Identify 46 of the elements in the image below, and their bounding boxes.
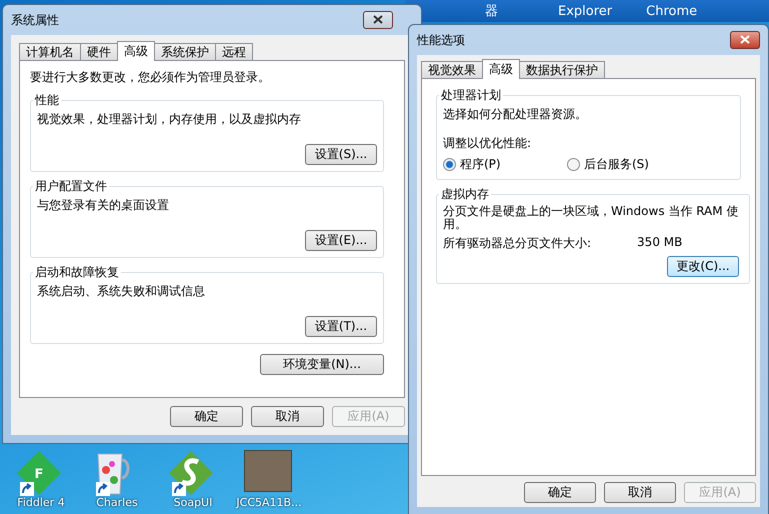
tab[interactable]: 数据执行保护 [519, 61, 605, 79]
settings-button[interactable]: 设置(S)... [305, 144, 377, 165]
prompt-text: 调整以优化性能: [443, 135, 532, 152]
group-title: 处理器计划 [440, 87, 502, 104]
change-button[interactable]: 更改(C)... [667, 256, 739, 277]
group-description: 分页文件是硬盘上的一块区域，Windows 当作 RAM 使用。 [443, 205, 740, 231]
group-title: 用户配置文件 [34, 178, 108, 195]
tab[interactable]: 系统保护 [154, 43, 216, 61]
radio-option[interactable]: 后台服务(S) [567, 156, 697, 173]
photo-placeholder [244, 450, 292, 492]
dialog-button[interactable]: 确定 [170, 406, 243, 427]
tab[interactable]: 视觉效果 [421, 61, 483, 79]
taskbar-item[interactable]: 器 [485, 2, 498, 20]
radio-option[interactable]: 程序(P) [443, 156, 567, 173]
diamond-logo-icon: F [16, 450, 62, 496]
tab[interactable]: 高级 [117, 41, 155, 61]
dialog-button[interactable]: 取消 [604, 482, 676, 503]
tab[interactable]: 高级 [482, 59, 520, 79]
radio-button[interactable] [567, 158, 580, 171]
taskbar-item[interactable]: Explorer [558, 4, 612, 18]
tab[interactable]: 远程 [215, 43, 253, 61]
close-icon [373, 15, 383, 24]
group-description: 选择如何分配处理器资源。 [443, 106, 588, 123]
group-description: 与您登录有关的桌面设置 [37, 197, 170, 214]
taskbar-item[interactable]: Chrome [646, 4, 698, 18]
total-size-value: 350 MB [637, 235, 682, 251]
close-button[interactable] [730, 31, 760, 49]
environment-variables-button[interactable]: 环境变量(N)... [260, 354, 384, 375]
window-title: 性能选项 [417, 32, 465, 48]
tab[interactable]: 计算机名 [19, 43, 81, 61]
close-button[interactable] [363, 11, 393, 29]
settings-button[interactable]: 设置(T)... [305, 316, 377, 337]
group-title: 虚拟内存 [440, 186, 490, 203]
radio-button[interactable] [443, 158, 456, 171]
group-description: 视觉效果，处理器计划，内存使用，以及虚拟内存 [37, 111, 302, 128]
window-title: 系统属性 [11, 12, 59, 28]
group-description: 系统启动、系统失败和调试信息 [37, 283, 206, 300]
dialog-button[interactable]: 确定 [524, 482, 596, 503]
settings-button[interactable]: 设置(E)... [305, 230, 377, 251]
dialog-button[interactable]: 取消 [251, 406, 324, 427]
total-size-label: 所有驱动器总分页文件大小: [443, 235, 592, 252]
tab[interactable]: 硬件 [80, 43, 118, 61]
group-title: 启动和故障恢复 [34, 264, 120, 281]
close-icon [740, 35, 750, 44]
group-title: 性能 [34, 92, 60, 109]
notice-text: 要进行大多数更改，您必须作为管理员登录。 [30, 69, 271, 86]
